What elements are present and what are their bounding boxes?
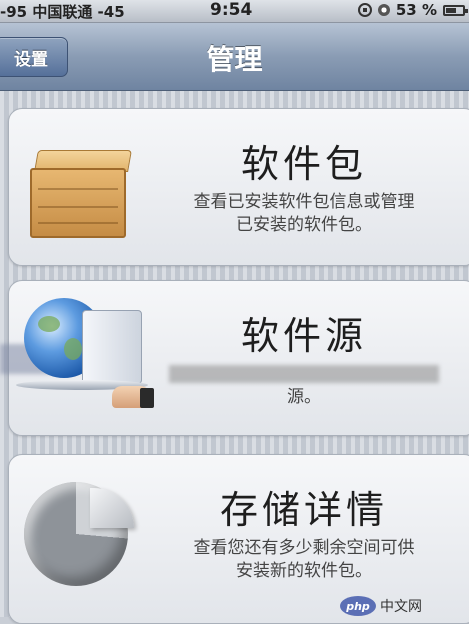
battery-icon	[443, 4, 468, 16]
packages-title: 软件包	[240, 142, 367, 186]
redacted-text	[169, 365, 439, 383]
alarm-icon	[377, 4, 390, 16]
carrier-signal: -95 中国联通 -45	[0, 3, 125, 21]
page-title: 管理	[206, 43, 263, 76]
package-crate-icon	[30, 150, 132, 238]
watermark-text: 中文网	[380, 599, 422, 615]
storage-description: 查看您还有多少剩余空间可供 安装新的软件包。	[157, 537, 451, 583]
packages-description: 查看已安装软件包信息或管理 已安装的软件包。	[157, 191, 451, 237]
status-right: 53 %	[357, 1, 468, 19]
sources-title: 软件源	[240, 314, 367, 358]
status-time: 9:54	[210, 0, 253, 20]
storage-desc-line2: 安装新的软件包。	[236, 561, 372, 581]
watermark-logo: php	[340, 596, 376, 616]
watermark: php 中文网	[340, 595, 422, 617]
sources-desc-line2: 源。	[287, 387, 321, 407]
storage-pie-icon	[24, 472, 144, 602]
packages-desc-line1: 查看已安装软件包信息或管理	[193, 192, 415, 212]
battery-level	[446, 7, 456, 13]
battery-percent: 53 %	[395, 1, 437, 19]
packages-desc-line2: 已安装的软件包。	[236, 215, 372, 235]
globe-server-icon	[12, 292, 154, 422]
storage-title: 存储详情	[219, 488, 388, 532]
navigation-bar: 设置 管理	[0, 23, 469, 91]
status-bar: -95 中国联通 -45 9:54 53 %	[0, 0, 469, 23]
rotation-lock-icon	[357, 3, 372, 17]
storage-desc-line1: 查看您还有多少剩余空间可供	[193, 538, 415, 558]
